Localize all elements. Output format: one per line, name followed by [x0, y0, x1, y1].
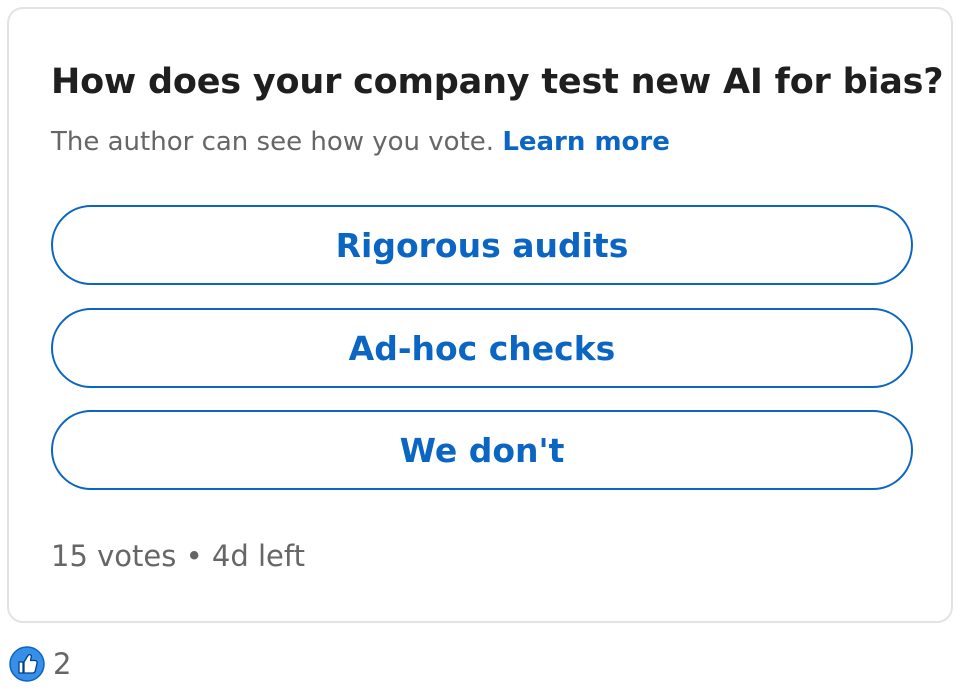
meta-separator: •	[185, 539, 203, 573]
poll-question: How does your company test new AI for bi…	[51, 62, 944, 102]
poll-option-rigorous-audits[interactable]: Rigorous audits	[51, 205, 913, 285]
reactions-summary[interactable]: 2	[9, 645, 71, 683]
poll-card: How does your company test new AI for bi…	[7, 7, 953, 623]
poll-disclosure: The author can see how you vote. Learn m…	[51, 127, 670, 157]
reaction-count: 2	[53, 647, 72, 681]
poll-option-ad-hoc-checks[interactable]: Ad-hoc checks	[51, 308, 913, 388]
poll-option-we-dont[interactable]: We don't	[51, 410, 913, 490]
poll-meta: 15 votes • 4d left	[51, 539, 305, 573]
like-icon	[9, 646, 45, 682]
time-left: 4d left	[211, 539, 305, 573]
learn-more-link[interactable]: Learn more	[502, 127, 670, 157]
vote-count: 15 votes	[51, 539, 177, 573]
disclosure-text: The author can see how you vote.	[51, 127, 495, 157]
